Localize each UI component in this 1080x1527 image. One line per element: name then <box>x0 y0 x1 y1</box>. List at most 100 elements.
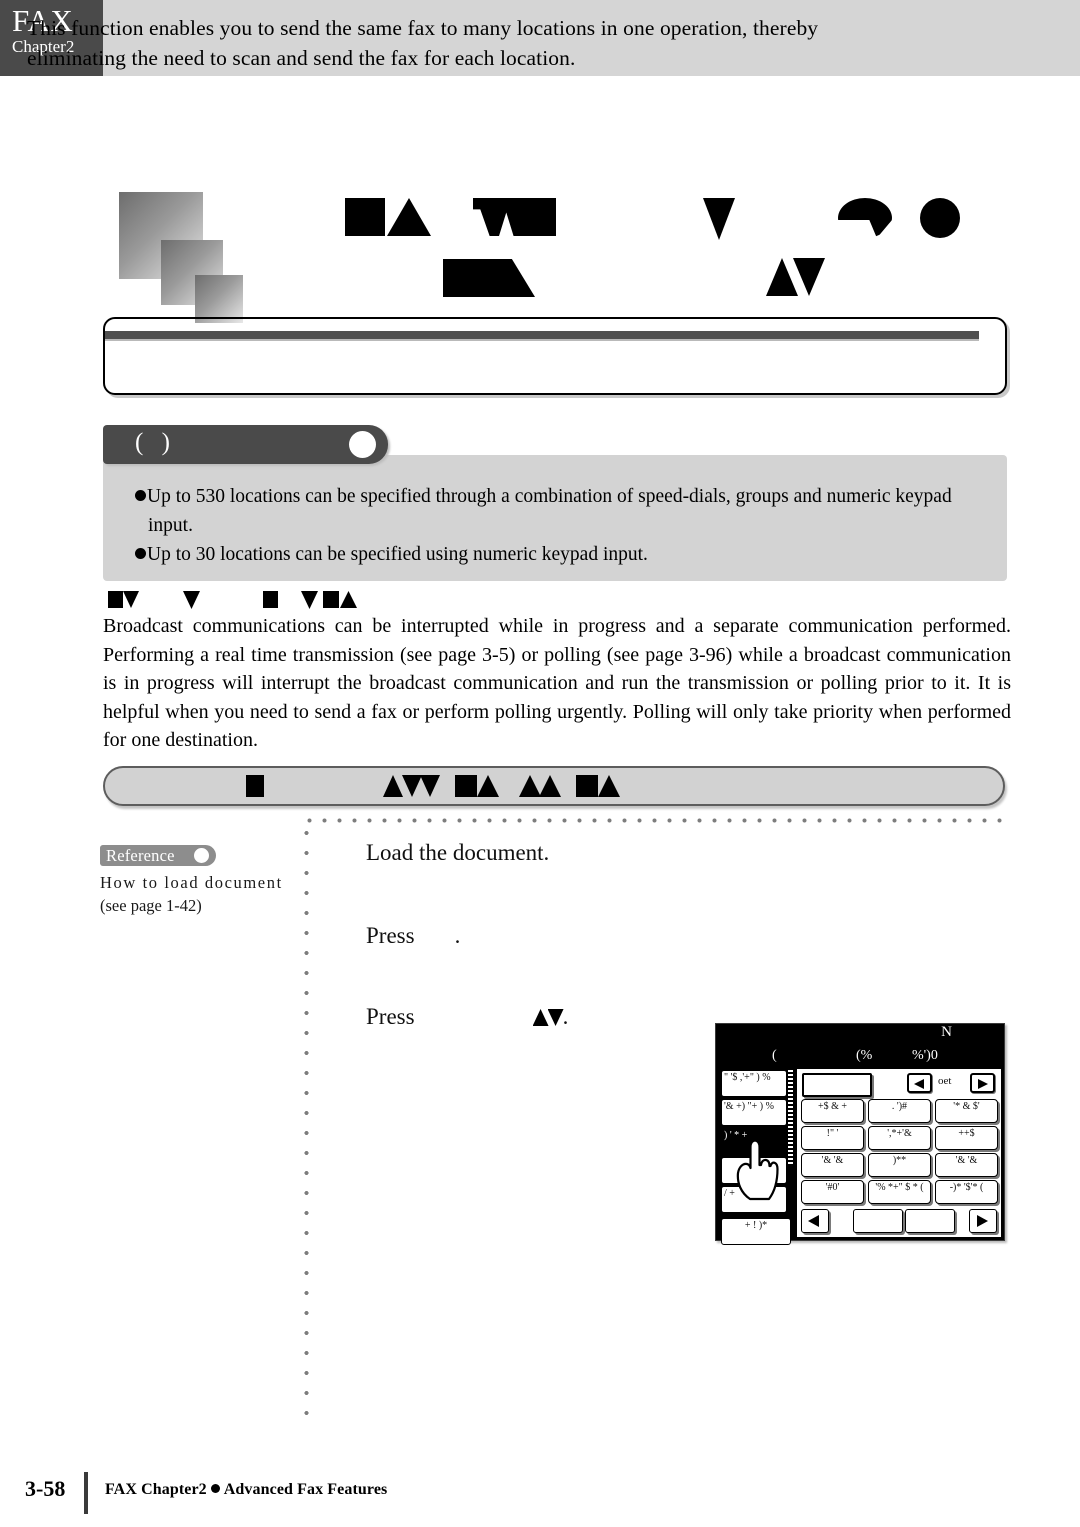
stepbar-glyph-triangle-down-2 <box>420 775 440 797</box>
stepbar-glyph-triangle-down-1 <box>402 775 422 797</box>
intro-callout-box <box>103 317 1007 395</box>
list-item: Up to 30 locations can be specified usin… <box>135 540 993 569</box>
lcd-main-area: oet +$ & + . ')# '* & $' !" ' ',*+'& ++$… <box>796 1068 1002 1238</box>
step-2: Press. <box>366 923 460 949</box>
bullet-dot-icon <box>135 548 146 559</box>
lcd-bottom-button-2[interactable] <box>905 1209 955 1233</box>
lcd-tab-1[interactable]: '& +) "+ ) % <box>721 1099 787 1126</box>
section-glyph-square-3 <box>323 591 339 608</box>
stepbar-glyph-triangle-up-4 <box>539 775 561 797</box>
footer-page-number: 3-58 <box>25 1476 66 1501</box>
intro-text: This function enables you to send the sa… <box>27 16 819 70</box>
reference-badge-label: Reference <box>106 846 175 865</box>
lcd-key-4[interactable]: ',*+'& <box>868 1126 931 1150</box>
lcd-key-5[interactable]: ++$ <box>935 1126 998 1150</box>
step-2-suffix: . <box>454 923 461 948</box>
title-glyph-block-square <box>345 198 385 236</box>
dotted-guide-horizontal <box>302 818 1008 823</box>
lcd-left-tab-column: " '$ ,'+" ) % '& +) "+ ) % ) ' * + / + +… <box>719 1068 793 1245</box>
note-tab-dot-icon <box>349 431 376 458</box>
dotted-guide-vertical <box>304 823 309 1421</box>
step-2-prefix: Press <box>366 923 415 948</box>
step-3-prefix: Press <box>366 1004 415 1029</box>
lcd-key-1[interactable]: . ')# <box>868 1099 931 1123</box>
note-bullet-1: Up to 530 locations can be specified thr… <box>147 486 952 507</box>
section-glyph-square-2 <box>263 591 278 608</box>
lcd-subtitle-3: %')0 <box>912 1048 938 1063</box>
lcd-key-11[interactable]: -)* '$'* ( <box>935 1180 998 1204</box>
reference-line-1: How to load document <box>100 873 283 892</box>
lcd-key-8[interactable]: '& '& <box>935 1153 998 1177</box>
lcd-key-grid: +$ & + . ')# '* & $' !" ' ',*+'& ++$ '& … <box>801 1099 999 1205</box>
lcd-tab-4[interactable]: / + <box>721 1186 787 1213</box>
lcd-key-2[interactable]: '* & $' <box>935 1099 998 1123</box>
step-3-glyph-triangle-down <box>547 1009 564 1026</box>
title-glyph-row2-triangle-down <box>793 258 825 296</box>
title-glyph-triangle-up <box>387 198 431 236</box>
lcd-key-0[interactable]: +$ & + <box>801 1099 864 1123</box>
lcd-key-3[interactable]: !" ' <box>801 1126 864 1150</box>
lcd-scroll-stripe <box>788 1070 793 1166</box>
lcd-key-9[interactable]: '#0' <box>801 1180 864 1204</box>
lcd-tab-0[interactable]: " '$ ,'+" ) % <box>721 1070 787 1097</box>
list-item: Up to 530 locations can be specified thr… <box>135 482 993 511</box>
section-glyph-triangle-up-1 <box>340 591 357 608</box>
lcd-tab-5[interactable]: + ! )* <box>721 1218 791 1245</box>
lcd-bottom-prev-button[interactable] <box>801 1209 829 1233</box>
title-glyph-block-c <box>838 198 892 238</box>
stepbar-glyph-square-2 <box>455 775 477 797</box>
note-bullet-2: Up to 30 locations can be specified usin… <box>147 544 648 565</box>
reference-badge: Reference <box>100 845 216 866</box>
title-glyph-block-w <box>473 198 525 236</box>
step-3-glyph-pair <box>532 1009 564 1026</box>
lcd-input-field[interactable] <box>802 1073 872 1097</box>
lcd-next-button[interactable] <box>970 1073 995 1093</box>
decorative-square-small <box>195 275 243 323</box>
section-glyph-square-1 <box>108 591 123 608</box>
left-arrow-icon <box>808 1215 819 1227</box>
stepbar-glyph-triangle-up-2 <box>477 775 499 797</box>
section-paragraph: Broadcast communications can be interrup… <box>103 615 1011 751</box>
footer-bullet-icon <box>210 1484 220 1493</box>
right-arrow-icon <box>978 1078 988 1089</box>
note-bullet-1-cont: input. <box>148 515 193 536</box>
page-title-area <box>0 76 1080 341</box>
lcd-nav-label: oet <box>938 1075 952 1087</box>
lcd-bottom-bar <box>801 1208 999 1236</box>
lcd-key-7[interactable]: )** <box>868 1153 931 1177</box>
stepbar-glyph-square-3 <box>576 775 598 797</box>
lcd-bottom-button-1[interactable] <box>853 1209 903 1233</box>
stepbar-glyph-triangle-up-5 <box>598 775 620 797</box>
section-glyph-triangle-down-3 <box>301 591 318 609</box>
lcd-bottom-next-button[interactable] <box>969 1209 997 1233</box>
lcd-tab-2-selected[interactable]: ) ' * + <box>721 1128 787 1155</box>
lcd-key-6[interactable]: '& '& <box>801 1153 864 1177</box>
stepbar-glyph-triangle-up-1 <box>383 775 403 797</box>
stepbar-glyph-square-1 <box>246 775 264 797</box>
step-1-text: Load the document. <box>366 840 550 865</box>
note-bullet-list: Up to 530 locations can be specified thr… <box>135 482 993 569</box>
footer-text-right: Advanced Fax Features <box>223 1481 388 1498</box>
title-glyph-triangle-down <box>703 198 735 240</box>
note-tab-label: ( ) <box>135 429 176 456</box>
lcd-prev-button[interactable] <box>907 1073 932 1093</box>
note-panel-tab: ( ) <box>103 425 388 464</box>
right-arrow-icon <box>977 1215 988 1227</box>
lcd-key-10[interactable]: '% *+" $ * ( <box>868 1180 931 1204</box>
title-glyph-row2-slash <box>480 259 535 297</box>
lcd-title: N <box>941 1024 952 1040</box>
step-1: Load the document. <box>366 840 549 866</box>
step-3-suffix: . <box>562 1004 569 1029</box>
footer-text: FAX Chapter2 Advanced Fax Features <box>105 1481 387 1499</box>
step-3-glyph-triangle-up <box>532 1009 549 1026</box>
stepbar-glyph-triangle-up-3 <box>519 775 541 797</box>
procedure-heading-glyphs <box>103 773 663 799</box>
lcd-tab-3[interactable] <box>721 1157 787 1184</box>
control-panel-lcd: N ( (% %')0 " '$ ,'+" ) % '& +) "+ ) % )… <box>715 1023 1005 1245</box>
bullet-dot-icon <box>135 490 146 501</box>
section-glyph-triangle-down-1 <box>123 591 139 608</box>
step-3: Press . <box>366 1004 568 1030</box>
lcd-subtitle-2: (% <box>856 1048 873 1063</box>
title-glyph-block-square-2 <box>524 198 556 236</box>
left-arrow-icon <box>914 1078 924 1089</box>
